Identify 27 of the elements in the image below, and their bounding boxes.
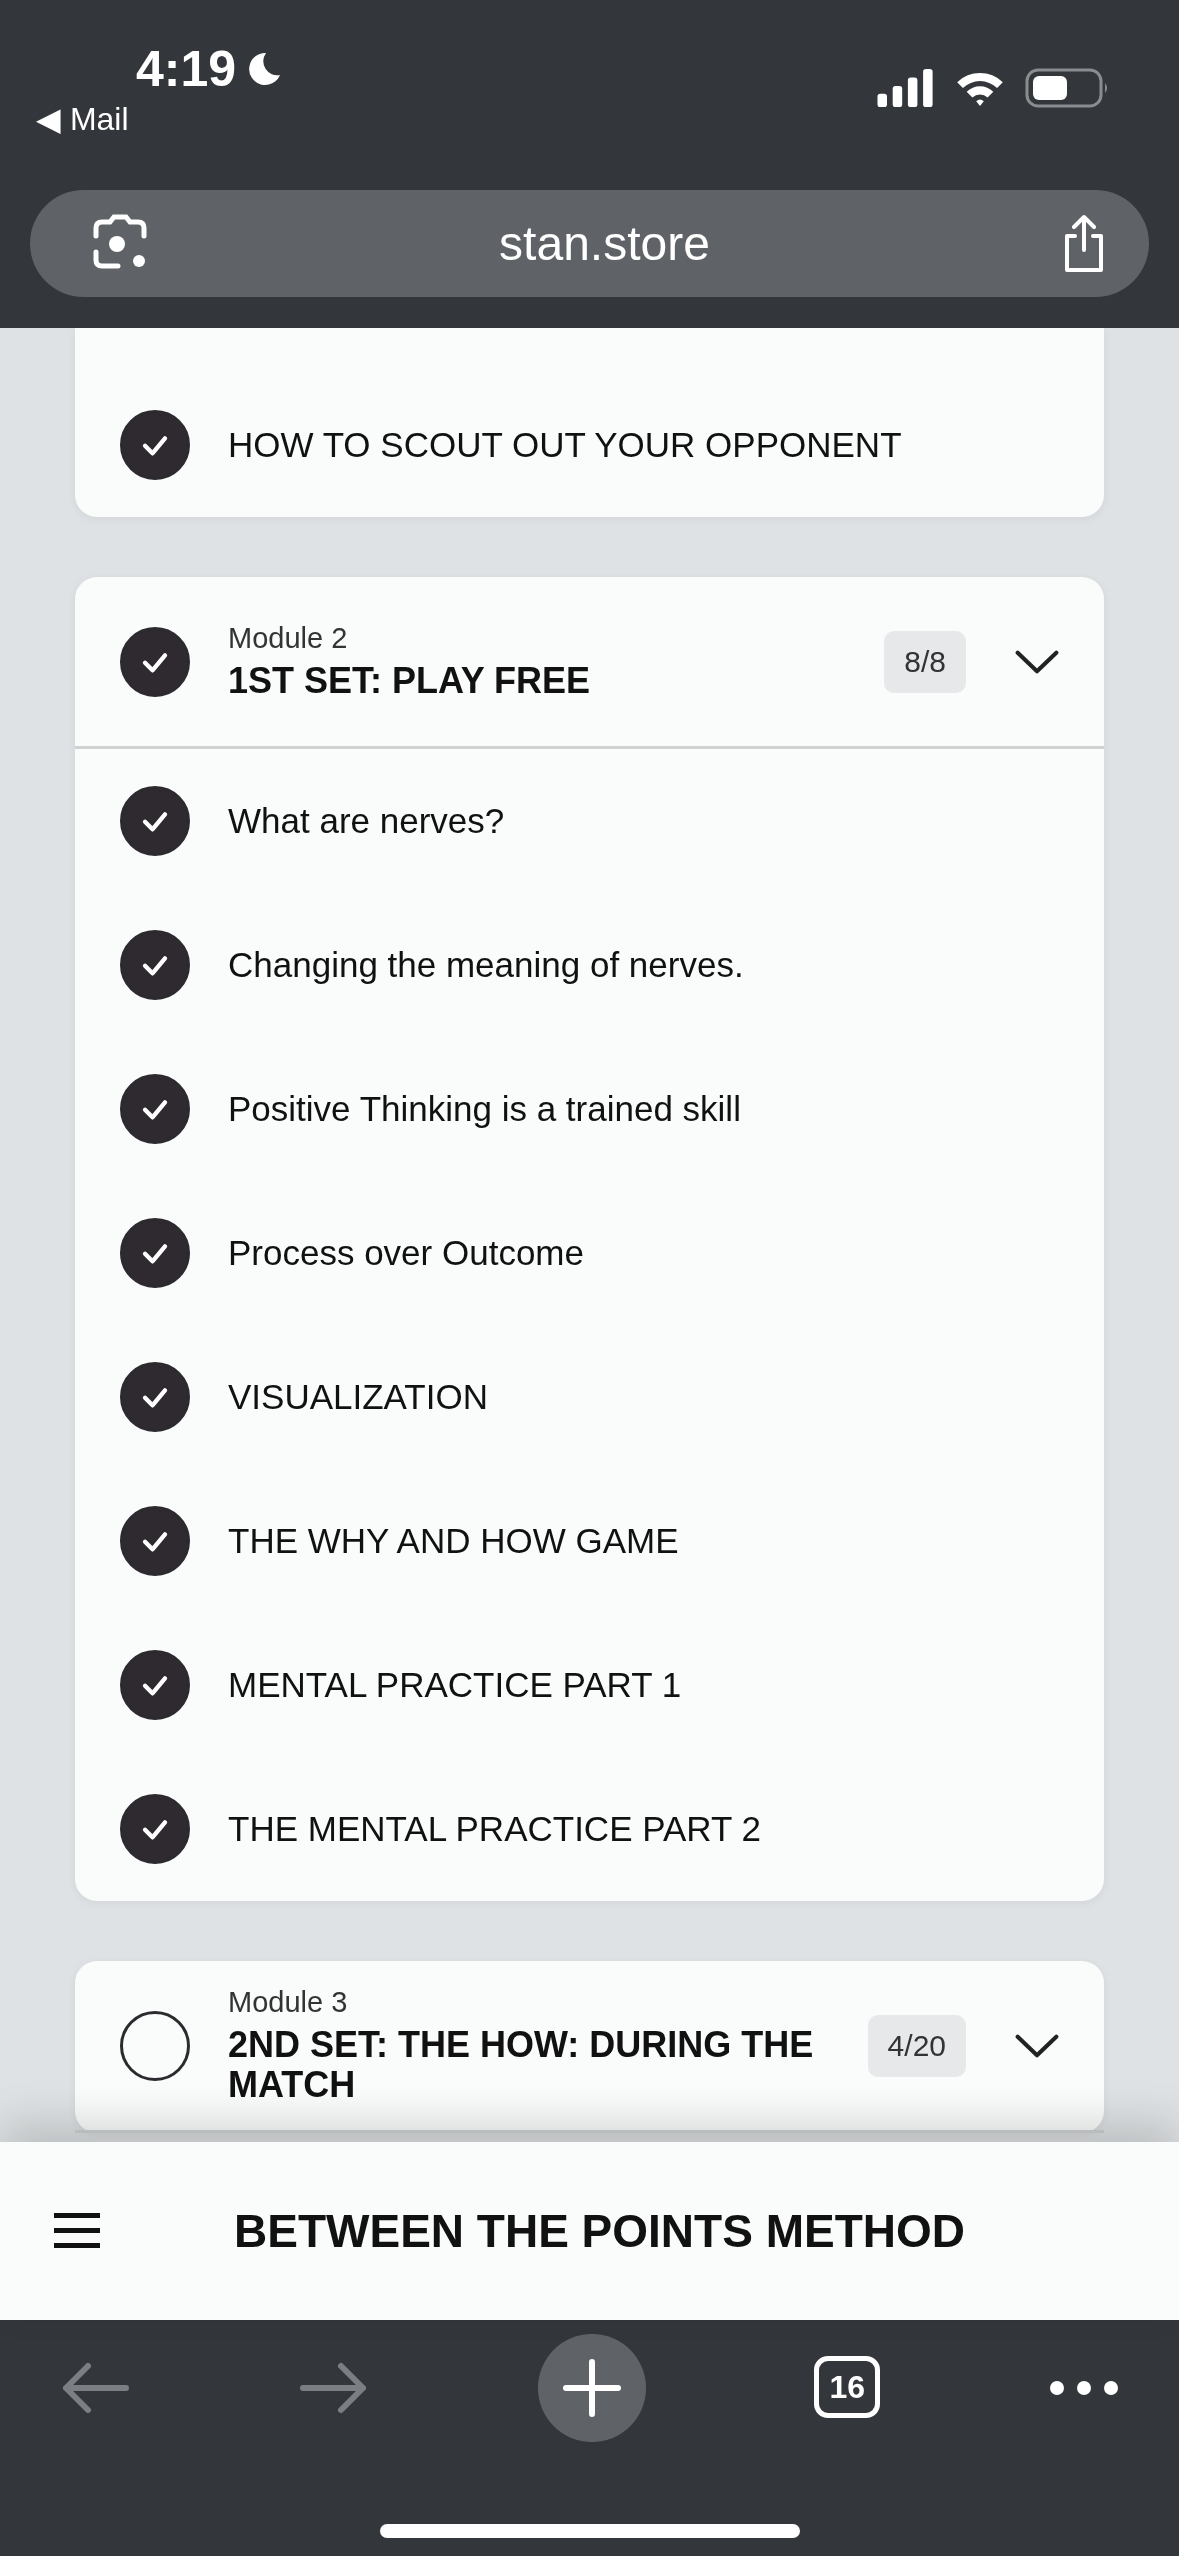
more-icon[interactable] [1049, 2380, 1119, 2396]
lesson-item[interactable]: What are nerves? [75, 749, 1104, 893]
module-title: 1ST SET: PLAY FREE [228, 661, 592, 701]
lesson-item[interactable]: THE WHY AND HOW GAME [75, 1469, 1104, 1613]
tab-count-button[interactable]: 16 [814, 2356, 881, 2418]
status-time: 4:19 [136, 40, 237, 98]
module-header[interactable]: Module 2 1ST SET: PLAY FREE 8/8 [75, 577, 1104, 749]
menu-icon[interactable] [54, 2211, 100, 2251]
lesson-item[interactable]: Changing the meaning of nerves. [75, 893, 1104, 1037]
progress-badge: 8/8 [884, 630, 966, 693]
back-to-app-link[interactable]: ◀ Mail [36, 100, 285, 138]
module-title: 2ND SET: THE HOW: DURING THE MATCH [228, 2025, 815, 2105]
lesson-item[interactable]: Process over Outcome [75, 1181, 1104, 1325]
lesson-item[interactable]: THE MENTAL PRACTICE PART 2 [75, 1757, 1104, 1901]
lesson-item[interactable]: VISUALIZATION [75, 1325, 1104, 1469]
progress-badge: 4/20 [867, 2014, 966, 2077]
lesson-item[interactable]: Positive Thinking is a trained skill [75, 1037, 1104, 1181]
module-header[interactable]: Module 3 2ND SET: THE HOW: DURING THE MATCH 4/20 [75, 1961, 1104, 2133]
module-label: Module 3 [228, 1986, 349, 2020]
lesson-item[interactable]: MENTAL PRACTICE PART 1 [75, 1613, 1104, 1757]
new-tab-icon[interactable] [537, 2334, 646, 2442]
battery-icon [1025, 67, 1109, 108]
lesson-item[interactable]: HOW TO SCOUT OUT YOUR OPPONENT [75, 373, 1104, 517]
page-title: BETWEEN THE POINTS METHOD [233, 2204, 966, 2258]
address-bar[interactable]: stan.store [30, 190, 1149, 297]
module-label: Module 2 [228, 622, 349, 656]
signal-icon [877, 68, 935, 107]
